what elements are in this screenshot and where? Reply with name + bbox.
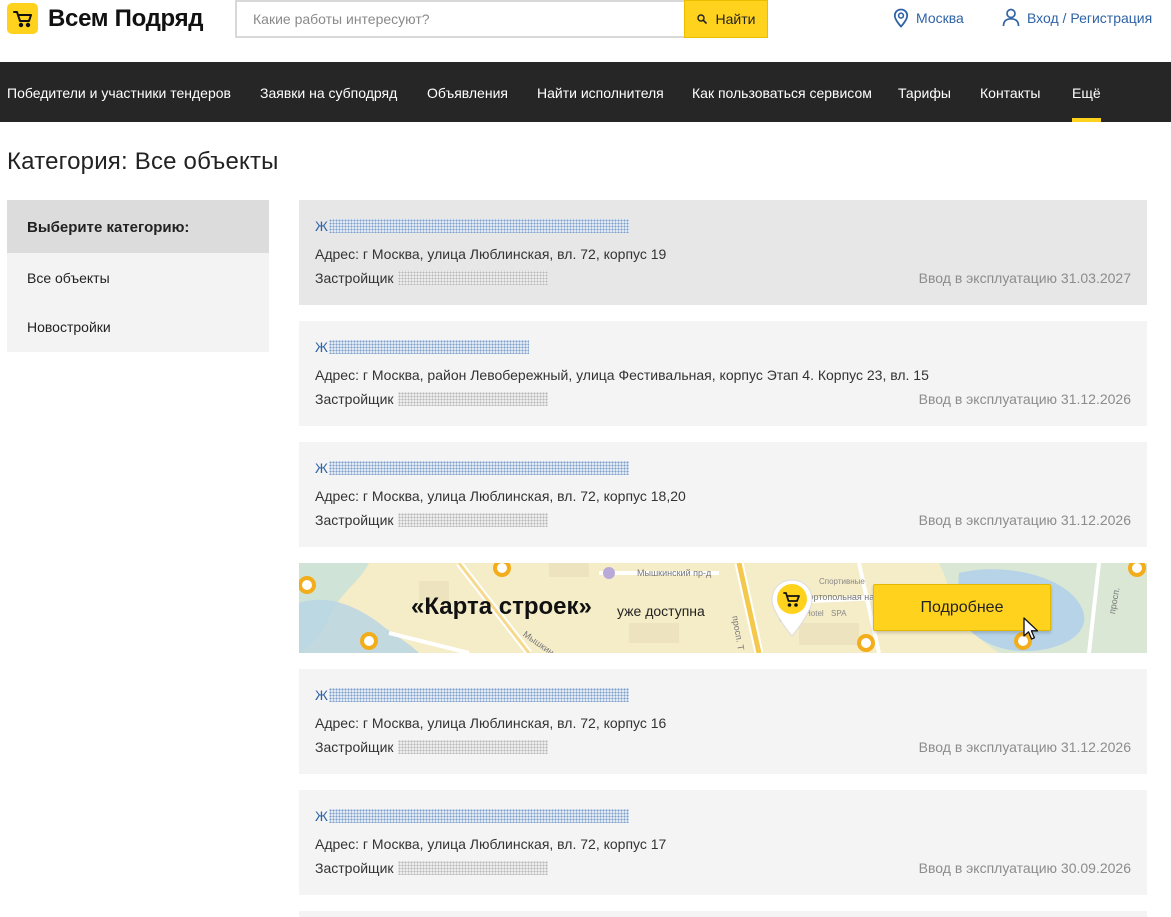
listing-card[interactable]: Ж Адрес: г Москва, улица Люблинская, вл.… (299, 442, 1147, 547)
listing-developer: Застройщик (315, 270, 548, 286)
sidebar-heading: Выберите категорию: (7, 200, 269, 253)
listing-commission-date: Ввод в эксплуатацию 31.12.2026 (918, 391, 1131, 407)
nav-item-tender-winners[interactable]: Победители и участники тендеров (7, 62, 231, 122)
listing-title-link[interactable]: Ж (315, 338, 529, 355)
redacted-title (328, 460, 629, 475)
nav-item-subcontract-requests[interactable]: Заявки на субподряд (260, 62, 397, 122)
redacted-title (328, 687, 629, 702)
construction-map-banner[interactable]: Мышкинский пр-д Сортопольная наб Мышкин … (299, 563, 1147, 653)
listing-title-prefix: Ж (315, 807, 328, 824)
listing-developer: Застройщик (315, 512, 548, 528)
nav-item-how-to-use[interactable]: Как пользоваться сервисом (692, 62, 872, 122)
sidebar-item-all-objects[interactable]: Все объекты (27, 270, 110, 286)
redacted-developer (397, 271, 548, 285)
listing-title-prefix: Ж (315, 338, 328, 355)
wheelbarrow-icon (7, 3, 38, 34)
redacted-title (328, 808, 629, 823)
listing-address: Адрес: г Москва, улица Люблинская, вл. 7… (315, 488, 686, 504)
listing-card[interactable]: Ж Адрес: г Москва, улица Люблинская, вл.… (299, 790, 1147, 895)
listing-card[interactable]: Ж Адрес: г Москва, улица Люблинская, вл.… (299, 200, 1147, 305)
developer-label: Застройщик (315, 270, 394, 286)
nav-item-contacts[interactable]: Контакты (980, 62, 1040, 122)
nav-item-tariffs[interactable]: Тарифы (898, 62, 951, 122)
banner-title: «Карта строек» (411, 593, 592, 620)
user-icon (1002, 8, 1020, 27)
listing-title-link[interactable]: Ж (315, 807, 629, 824)
category-sidebar: Выберите категорию: Все объекты Новостро… (7, 200, 269, 352)
listing-developer: Застройщик (315, 860, 548, 876)
city-label: Москва (916, 10, 964, 26)
developer-label: Застройщик (315, 512, 394, 528)
listing-address: Адрес: г Москва, улица Люблинская, вл. 7… (315, 246, 667, 262)
nav-item-announcements[interactable]: Объявления (427, 62, 508, 122)
map-poi-label: SPA (831, 609, 847, 618)
site-logo[interactable]: Всем Подряд (7, 3, 204, 34)
listing-address: Адрес: г Москва, улица Люблинская, вл. 7… (315, 836, 667, 852)
search-input[interactable] (235, 0, 684, 38)
developer-label: Застройщик (315, 391, 394, 407)
listing-commission-date: Ввод в эксплуатацию 30.09.2026 (918, 860, 1131, 876)
listing-developer: Застройщик (315, 391, 548, 407)
listing-card-partial[interactable] (299, 911, 1147, 917)
redacted-developer (397, 513, 548, 527)
redacted-title (328, 218, 629, 233)
listing-commission-date: Ввод в эксплуатацию 31.03.2027 (918, 270, 1131, 286)
redacted-developer (397, 740, 548, 754)
login-label: Вход / Регистрация (1027, 9, 1153, 26)
listing-address: Адрес: г Москва, улица Люблинская, вл. 7… (315, 715, 667, 731)
listing-title-prefix: Ж (315, 217, 328, 234)
location-pin-icon (893, 8, 909, 28)
listing-card[interactable]: Ж Адрес: г Москва, улица Люблинская, вл.… (299, 669, 1147, 774)
login-link[interactable]: Вход / Регистрация (1002, 8, 1152, 27)
redacted-title (328, 339, 529, 354)
developer-label: Застройщик (315, 739, 394, 755)
logo-text: Всем Подряд (48, 4, 204, 32)
search-button[interactable]: Найти (684, 0, 768, 38)
listing-title-link[interactable]: Ж (315, 217, 629, 234)
map-poi-label: Спортивные (819, 577, 865, 586)
sidebar-item-new-buildings[interactable]: Новостройки (27, 319, 111, 335)
developer-label: Застройщик (315, 860, 394, 876)
redacted-developer (397, 861, 548, 875)
page-title: Категория: Все объекты (7, 148, 279, 175)
map-marker-icon (771, 579, 813, 637)
redacted-developer (397, 392, 548, 406)
main-nav: Победители и участники тендеров Заявки н… (0, 62, 1171, 122)
search-bar: Найти (235, 0, 768, 38)
listing-commission-date: Ввод в эксплуатацию 31.12.2026 (918, 739, 1131, 755)
site-header: Всем Подряд Найти Москва (0, 0, 1171, 62)
listing-address: Адрес: г Москва, район Левобережный, ули… (315, 367, 929, 383)
listing-card[interactable]: Ж Адрес: г Москва, район Левобережный, у… (299, 321, 1147, 426)
listing-title-prefix: Ж (315, 459, 328, 476)
listing-commission-date: Ввод в эксплуатацию 31.12.2026 (918, 512, 1131, 528)
search-button-label: Найти (715, 11, 756, 27)
banner-subtitle: уже доступна (617, 603, 705, 619)
search-icon (696, 14, 707, 24)
listing-title-link[interactable]: Ж (315, 459, 629, 476)
mouse-cursor-icon (1023, 617, 1039, 640)
nav-item-find-contractor[interactable]: Найти исполнителя (537, 62, 664, 122)
listing-developer: Застройщик (315, 739, 548, 755)
map-street-label: Мышкинский пр-д (637, 568, 712, 578)
nav-item-more[interactable]: Ещё (1072, 62, 1101, 122)
city-selector[interactable]: Москва (893, 8, 964, 28)
listing-title-prefix: Ж (315, 686, 328, 703)
listing-title-link[interactable]: Ж (315, 686, 629, 703)
